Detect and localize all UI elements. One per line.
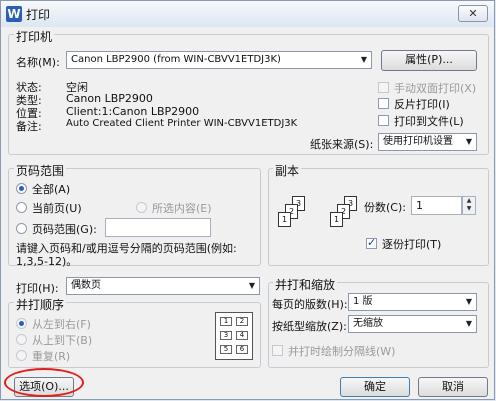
title-bar (1, 1, 494, 27)
paper-source-label: 纸张来源(S): (310, 138, 374, 151)
paper-source-select[interactable]: 使用打印机设置 ▼ (378, 133, 477, 151)
copies-spinner[interactable]: ▲ ▼ (462, 196, 476, 215)
chevron-down-icon: ▼ (465, 297, 472, 306)
order-top-bottom-radio[interactable] (16, 334, 27, 345)
range-all-label: 全部(A) (32, 183, 71, 196)
page-range-hint-example: 1,3,5-12)。 (16, 255, 78, 268)
order-cell: 2 (236, 317, 248, 326)
range-selection-radio[interactable] (136, 202, 147, 213)
type-value: Canon LBP2900 (66, 92, 153, 105)
printer-name-label: 名称(M): (16, 56, 60, 69)
range-pages-label: 页码范围(G): (32, 223, 97, 236)
copies-group-title: 副本 (273, 162, 302, 179)
manual-duplex-checkbox[interactable] (378, 82, 389, 93)
chevron-down-icon: ▼ (465, 137, 472, 146)
print-to-file-label: 打印到文件(L) (394, 115, 464, 128)
order-cell: 6 (236, 345, 248, 354)
range-selection-label: 所选内容(E) (152, 202, 212, 215)
cancel-button[interactable]: 取消 (418, 377, 488, 397)
order-cell: 4 (236, 331, 248, 340)
collate-illustration-icon: 3 2 1 3 2 1 (274, 196, 364, 246)
page-range-group-title: 页码范围 (14, 162, 67, 179)
range-current-label: 当前页(U) (32, 202, 82, 215)
scale-value: 无缩放 (353, 318, 383, 329)
range-all-radio[interactable] (16, 183, 27, 194)
copies-count-input[interactable]: 1 (411, 196, 462, 215)
copies-count-value: 1 (416, 199, 423, 212)
reverse-print-label: 反片打印(I) (394, 98, 450, 111)
print-what-value: 偶数页 (71, 280, 101, 291)
range-pages-radio[interactable] (16, 223, 27, 234)
scale-select[interactable]: 无缩放 ▼ (348, 315, 477, 333)
chevron-down-icon: ▼ (465, 319, 472, 328)
properties-button[interactable]: 属性(P)... (381, 50, 477, 71)
order-repeat-radio[interactable] (16, 350, 27, 361)
print-order-group-title: 并打顺序 (14, 296, 67, 313)
chevron-down-icon: ▼ (360, 55, 367, 64)
collate-label: 逐份打印(T) (382, 238, 442, 251)
manual-duplex-label: 手动双面打印(X) (394, 82, 477, 95)
reverse-print-checkbox[interactable] (378, 98, 389, 109)
print-what-label: 打印(H): (16, 282, 59, 295)
order-left-right-label: 从左到右(F) (32, 318, 91, 331)
comment-label: 备注: (16, 120, 42, 133)
order-cell: 1 (220, 317, 232, 326)
order-repeat-label: 重复(R) (32, 350, 71, 363)
copies-count-label: 份数(C): (364, 201, 406, 214)
range-current-radio[interactable] (16, 202, 27, 213)
collate-checkbox[interactable] (366, 236, 377, 249)
wps-app-icon: W (6, 6, 22, 22)
window-title: 打印 (26, 8, 51, 22)
order-top-bottom-label: 从上到下(B) (32, 334, 93, 347)
page-range-input[interactable] (105, 218, 211, 237)
order-cell: 3 (220, 331, 232, 340)
zoom-group-title: 并打和缩放 (273, 276, 338, 293)
pages-per-sheet-value: 1 版 (353, 296, 373, 307)
printer-name-value: Canon LBP2900 (from WIN-CBVV1ETDJ3K) (71, 54, 281, 65)
close-button[interactable]: ✕ (458, 5, 488, 22)
paper-source-value: 使用打印机设置 (383, 136, 453, 147)
print-to-file-checkbox[interactable] (378, 115, 389, 126)
pages-per-sheet-label: 每页的版数(H): (272, 298, 348, 311)
location-value: Client:1:Canon LBP2900 (66, 105, 200, 118)
ok-button[interactable]: 确定 (340, 377, 410, 397)
highlight-circle (4, 368, 84, 397)
divider-line-label: 并打时绘制分隔线(W) (288, 345, 396, 358)
pages-per-sheet-select[interactable]: 1 版 ▼ (348, 293, 477, 311)
chevron-down-icon: ▼ (248, 281, 255, 290)
order-preview-icon: 1 2 3 4 5 6 (215, 312, 253, 360)
comment-value: Auto Created Client Printer WIN-CBVV1ETD… (66, 118, 298, 129)
printer-group-title: 打印机 (14, 28, 55, 45)
print-what-select[interactable]: 偶数页 ▼ (66, 277, 260, 295)
scale-label: 按纸型缩放(Z): (272, 320, 347, 333)
order-left-right-radio[interactable] (16, 318, 27, 329)
printer-name-select[interactable]: Canon LBP2900 (from WIN-CBVV1ETDJ3K) ▼ (66, 51, 372, 69)
order-cell: 5 (220, 345, 232, 354)
divider-line-checkbox[interactable] (272, 345, 283, 356)
